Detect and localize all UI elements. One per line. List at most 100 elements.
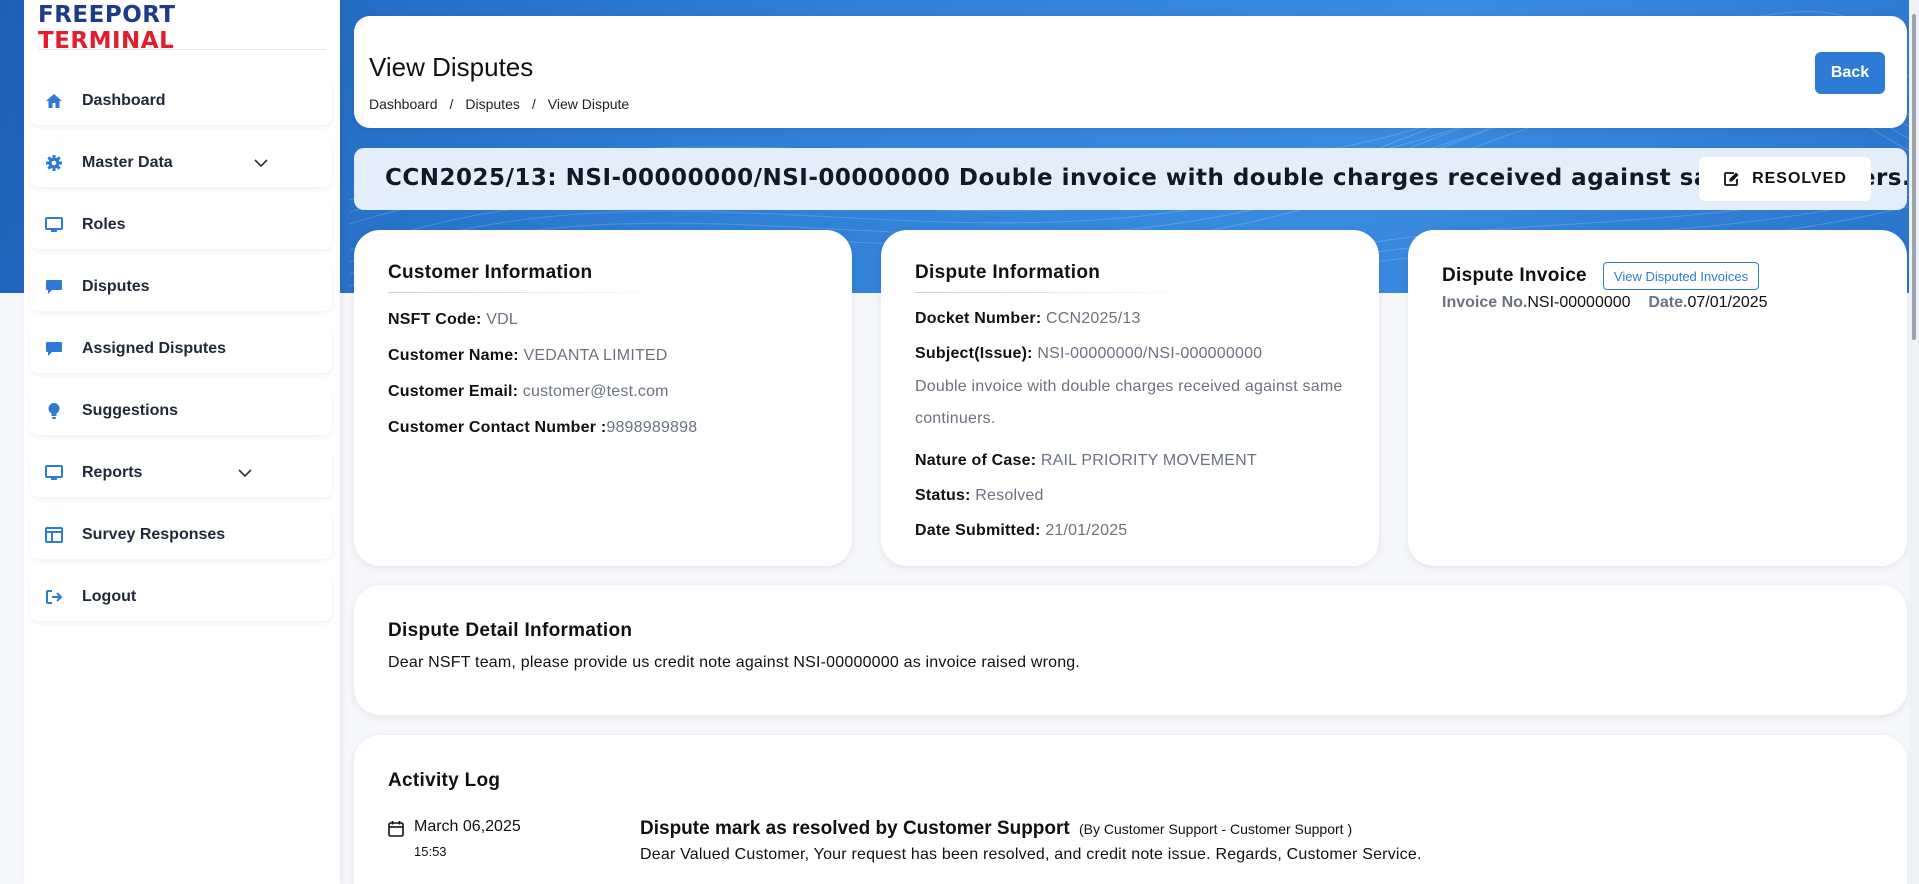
sidebar-item-label: Assigned Disputes xyxy=(82,340,227,357)
customer-info-heading: Customer Information xyxy=(388,262,593,283)
sidebar: FREEPORT TERMINAL Dashboard Master Data … xyxy=(24,0,340,884)
page-scrollbar[interactable] xyxy=(1909,0,1919,884)
breadcrumb-disputes[interactable]: Disputes xyxy=(465,96,519,112)
customer-contact-label: Customer Contact Number : xyxy=(388,419,607,436)
sidebar-item-label: Master Data xyxy=(82,154,173,171)
dispute-detail-card: Dispute Detail Information Dear NSFT tea… xyxy=(354,585,1907,715)
sidebar-item-roles[interactable]: Roles xyxy=(30,201,332,249)
heading-divider xyxy=(915,292,1195,293)
gear-icon xyxy=(44,153,64,173)
dispute-invoice-heading: Dispute Invoice xyxy=(1442,265,1587,286)
brand-logo-part1: FREEPORT xyxy=(38,2,176,28)
status-label: Status: xyxy=(915,487,971,504)
chevron-down-icon xyxy=(238,465,252,483)
subject-value: NSI-00000000/NSI-000000000 xyxy=(1037,345,1263,362)
customer-email-label: Customer Email: xyxy=(388,383,519,400)
sidebar-item-survey-responses[interactable]: Survey Responses xyxy=(30,511,332,559)
dispute-detail-text: Dear NSFT team, please provide us credit… xyxy=(388,654,1081,671)
logout-icon xyxy=(44,587,64,607)
home-icon xyxy=(44,91,64,111)
chat-icon xyxy=(44,277,64,297)
docket-row: Docket Number: CCN2025/13 xyxy=(915,310,1345,328)
nsft-code-row: NSFT Code: VDL xyxy=(388,311,818,329)
breadcrumb-dashboard[interactable]: Dashboard xyxy=(369,96,438,112)
customer-contact-value: 9898989898 xyxy=(606,419,698,436)
breadcrumb-view-dispute: View Dispute xyxy=(547,96,630,112)
brand-logo: FREEPORT TERMINAL xyxy=(38,0,326,54)
chevron-down-icon xyxy=(254,155,268,173)
sidebar-item-logout[interactable]: Logout xyxy=(30,573,332,621)
customer-name-row: Customer Name: VEDANTA LIMITED xyxy=(388,347,818,365)
dispute-detail-heading: Dispute Detail Information xyxy=(388,620,633,641)
date-submitted-label: Date Submitted: xyxy=(915,522,1041,539)
scrollbar-thumb[interactable] xyxy=(1912,14,1916,340)
activity-content: Dispute mark as resolved by Customer Sup… xyxy=(640,818,1422,864)
customer-email-value: customer@test.com xyxy=(522,383,669,400)
date-submitted-value: 21/01/2025 xyxy=(1045,522,1128,539)
heading-divider xyxy=(388,292,668,293)
nsft-code-label: NSFT Code: xyxy=(388,311,482,328)
sidebar-item-label: Logout xyxy=(82,588,137,605)
invoice-date-value: 07/01/2025 xyxy=(1687,294,1768,311)
activity-log-heading: Activity Log xyxy=(388,770,501,791)
sidebar-item-label: Dashboard xyxy=(82,92,166,109)
sidebar-item-assigned-disputes[interactable]: Assigned Disputes xyxy=(30,325,332,373)
monitor-icon xyxy=(44,215,64,235)
subject-row: Subject(Issue): NSI-00000000/NSI-0000000… xyxy=(915,345,1345,363)
status-badge-label: RESOLVED xyxy=(1752,170,1847,187)
sidebar-item-label: Reports xyxy=(82,464,143,481)
activity-entry: March 06,2025 15:53 Dispute mark as reso… xyxy=(388,818,1873,864)
sidebar-nav: Dashboard Master Data Roles Disputes Ass… xyxy=(24,77,340,621)
sidebar-item-disputes[interactable]: Disputes xyxy=(30,263,332,311)
invoice-header: Dispute Invoice View Disputed Invoices xyxy=(1442,262,1873,290)
docket-label: Docket Number: xyxy=(915,310,1042,327)
back-button[interactable]: Back xyxy=(1815,52,1885,94)
customer-name-label: Customer Name: xyxy=(388,347,519,364)
sidebar-item-label: Suggestions xyxy=(82,402,179,419)
breadcrumb-separator: / xyxy=(449,96,454,112)
invoice-no-label: Invoice No. xyxy=(1442,294,1528,311)
sidebar-item-dashboard[interactable]: Dashboard xyxy=(30,77,332,125)
calendar-icon xyxy=(388,820,404,864)
activity-time: 15:53 xyxy=(414,844,447,859)
page-title: View Disputes xyxy=(369,52,534,82)
sidebar-item-suggestions[interactable]: Suggestions xyxy=(30,387,332,435)
sidebar-item-label: Disputes xyxy=(82,278,150,295)
breadcrumb-separator: / xyxy=(531,96,536,112)
dispute-info-card: Dispute Information Docket Number: CCN20… xyxy=(881,230,1379,566)
subject-label: Subject(Issue): xyxy=(915,345,1033,362)
chat-icon xyxy=(44,339,64,359)
activity-title-line: Dispute mark as resolved by Customer Sup… xyxy=(640,818,1422,840)
sidebar-item-label: Roles xyxy=(82,216,126,233)
nsft-code-value: VDL xyxy=(486,311,518,328)
breadcrumb: Dashboard / Disputes / View Dispute xyxy=(369,96,629,112)
dispute-title-banner: CCN2025/13: NSI-00000000/NSI-00000000 Do… xyxy=(354,148,1907,210)
status-row: Status: Resolved xyxy=(915,487,1345,505)
status-badge[interactable]: RESOLVED xyxy=(1699,157,1871,201)
nature-row: Nature of Case: RAIL PRIORITY MOVEMENT xyxy=(915,452,1345,470)
activity-message: Dear Valued Customer, Your request has b… xyxy=(640,846,1422,863)
docket-value: CCN2025/13 xyxy=(1046,310,1141,327)
dispute-invoice-card: Dispute Invoice View Disputed Invoices I… xyxy=(1408,230,1907,566)
customer-contact-row: Customer Contact Number :9898989898 xyxy=(388,419,818,437)
monitor-icon xyxy=(44,463,64,483)
activity-title: Dispute mark as resolved by Customer Sup… xyxy=(640,818,1070,839)
subject-description: Double invoice with double charges recei… xyxy=(915,378,1343,427)
table-icon xyxy=(44,525,64,545)
invoice-line: Invoice No.NSI-00000000 Date.07/01/2025 xyxy=(1442,294,1873,312)
customer-email-row: Customer Email: customer@test.com xyxy=(388,383,818,401)
sidebar-item-reports[interactable]: Reports xyxy=(30,449,332,497)
lightbulb-icon xyxy=(44,401,64,421)
dispute-title: CCN2025/13: NSI-00000000/NSI-00000000 Do… xyxy=(385,165,1907,191)
customer-info-card: Customer Information NSFT Code: VDL Cust… xyxy=(354,230,852,566)
dispute-info-heading: Dispute Information xyxy=(915,262,1101,283)
nature-value: RAIL PRIORITY MOVEMENT xyxy=(1040,452,1257,469)
view-disputed-invoices-button[interactable]: View Disputed Invoices xyxy=(1602,262,1760,290)
activity-log-card: Activity Log March 06,2025 15:53 Dispute… xyxy=(354,735,1907,884)
sidebar-item-master-data[interactable]: Master Data xyxy=(30,139,332,187)
sidebar-item-label: Survey Responses xyxy=(82,526,226,543)
invoice-date-label: Date. xyxy=(1648,294,1688,311)
invoice-no-value: NSI-00000000 xyxy=(1527,294,1631,311)
activity-date: March 06,2025 xyxy=(414,818,521,835)
edit-icon xyxy=(1723,171,1740,187)
